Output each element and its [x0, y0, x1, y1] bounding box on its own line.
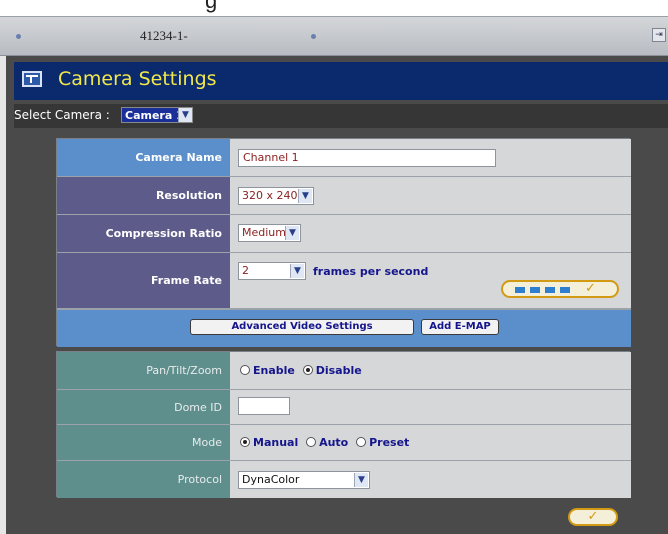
- camera-settings-icon: [22, 71, 42, 87]
- compression-value: Medium: [242, 226, 286, 239]
- resolution-row: Resolution 320 x 240 ▼: [57, 177, 631, 215]
- resolution-select[interactable]: 320 x 240 ▼: [238, 187, 314, 205]
- chevron-down-icon[interactable]: ▼: [290, 264, 304, 278]
- right-dot-icon: [311, 34, 316, 39]
- frame-rate-value: 2: [242, 264, 249, 277]
- select-camera-row: Select Camera : Camera 1 ▼: [14, 104, 668, 128]
- schedule-bar-icon: [530, 287, 540, 293]
- camera-name-label: Camera Name: [57, 139, 230, 176]
- video-button-row: Advanced Video Settings Add E-MAP: [57, 309, 631, 347]
- dome-id-input[interactable]: [238, 397, 290, 415]
- mode-preset-label: Preset: [369, 436, 410, 449]
- add-emap-button[interactable]: Add E-MAP: [421, 319, 499, 335]
- checkmark-icon: ✓: [585, 281, 596, 296]
- protocol-value: DynaColor: [242, 473, 300, 486]
- mode-manual-label: Manual: [253, 436, 299, 449]
- dome-id-cell: [230, 390, 631, 424]
- mode-row: Mode Manual Auto Preset: [57, 425, 631, 461]
- left-dot-icon: [16, 34, 21, 39]
- ptz-enable-option[interactable]: Enable: [240, 364, 295, 377]
- protocol-select[interactable]: DynaColor ▼: [238, 471, 370, 489]
- frame-rate-label: Frame Rate: [57, 253, 230, 308]
- radio-on-icon[interactable]: [240, 437, 250, 447]
- pan-tilt-zoom-row: Pan/Tilt/Zoom Enable Disable: [57, 352, 631, 390]
- chevron-down-icon[interactable]: ▼: [285, 226, 299, 240]
- compression-label: Compression Ratio: [57, 215, 230, 252]
- camera-name-cell: Channel 1: [230, 139, 631, 176]
- checkmark-icon: ✓: [587, 509, 599, 524]
- video-settings-table: Camera Name Channel 1 Resolution 320 x 2…: [56, 138, 631, 347]
- schedule-indicator[interactable]: ✓: [501, 280, 619, 298]
- radio-off-icon[interactable]: [240, 365, 250, 375]
- mode-cell: Manual Auto Preset: [230, 425, 631, 460]
- compression-cell: Medium ▼: [230, 215, 631, 252]
- compression-row: Compression Ratio Medium ▼: [57, 215, 631, 253]
- frame-rate-select[interactable]: 2 ▼: [238, 262, 306, 280]
- pan-tilt-zoom-label: Pan/Tilt/Zoom: [57, 352, 230, 389]
- select-camera-label: Select Camera :: [14, 108, 110, 122]
- ptz-enable-label: Enable: [253, 364, 295, 377]
- resolution-label: Resolution: [57, 177, 230, 214]
- radio-on-icon[interactable]: [302, 365, 313, 375]
- panel-header: Camera Settings: [14, 62, 668, 100]
- protocol-row: Protocol DynaColor ▼: [57, 461, 631, 498]
- mode-auto-label: Auto: [319, 436, 349, 449]
- resolution-value: 320 x 240: [242, 189, 298, 202]
- apply-button[interactable]: ✓: [568, 508, 618, 526]
- protocol-label: Protocol: [57, 461, 230, 498]
- compression-select[interactable]: Medium ▼: [238, 224, 301, 242]
- ptz-settings-table: Pan/Tilt/Zoom Enable Disable Dome ID Mod…: [56, 351, 631, 498]
- schedule-bar-icon: [560, 287, 570, 293]
- chevron-down-icon[interactable]: ▼: [298, 189, 312, 203]
- mode-auto-option[interactable]: Auto: [306, 436, 348, 449]
- camera-name-input[interactable]: Channel 1: [238, 149, 496, 167]
- advanced-video-settings-button[interactable]: Advanced Video Settings: [190, 319, 414, 335]
- fps-unit-label: frames per second: [313, 265, 429, 278]
- mode-label: Mode: [57, 425, 230, 460]
- pan-tilt-zoom-cell: Enable Disable: [230, 352, 631, 389]
- mode-preset-option[interactable]: Preset: [356, 436, 409, 449]
- device-title-bar: 41234-1- ⇥: [0, 16, 668, 56]
- ptz-disable-option[interactable]: Disable: [302, 364, 362, 377]
- schedule-bar-icon: [515, 287, 525, 293]
- mode-option-group: Manual Auto Preset: [240, 436, 413, 449]
- radio-off-icon[interactable]: [306, 437, 317, 447]
- window-restore-icon[interactable]: ⇥: [652, 28, 666, 42]
- camera-name-row: Camera Name Channel 1: [57, 139, 631, 177]
- ptz-toggle-group: Enable Disable: [240, 364, 366, 377]
- resolution-cell: 320 x 240 ▼: [230, 177, 631, 214]
- camera-select-value: Camera 1: [125, 109, 184, 122]
- chevron-down-icon[interactable]: ▼: [354, 473, 368, 487]
- page-title: Camera Settings: [58, 68, 217, 90]
- device-title: 41234-1-: [140, 28, 188, 43]
- chevron-down-icon[interactable]: ▼: [178, 108, 192, 122]
- protocol-cell: DynaColor ▼: [230, 461, 631, 498]
- ptz-disable-label: Disable: [315, 364, 362, 377]
- camera-select[interactable]: Camera 1 ▼: [121, 107, 193, 123]
- dome-id-label: Dome ID: [57, 390, 230, 424]
- schedule-bar-icon: [545, 287, 555, 293]
- dome-id-row: Dome ID: [57, 390, 631, 425]
- mode-manual-option[interactable]: Manual: [240, 436, 298, 449]
- cropped-caption-text: g: [205, 0, 218, 13]
- radio-off-icon[interactable]: [356, 437, 367, 447]
